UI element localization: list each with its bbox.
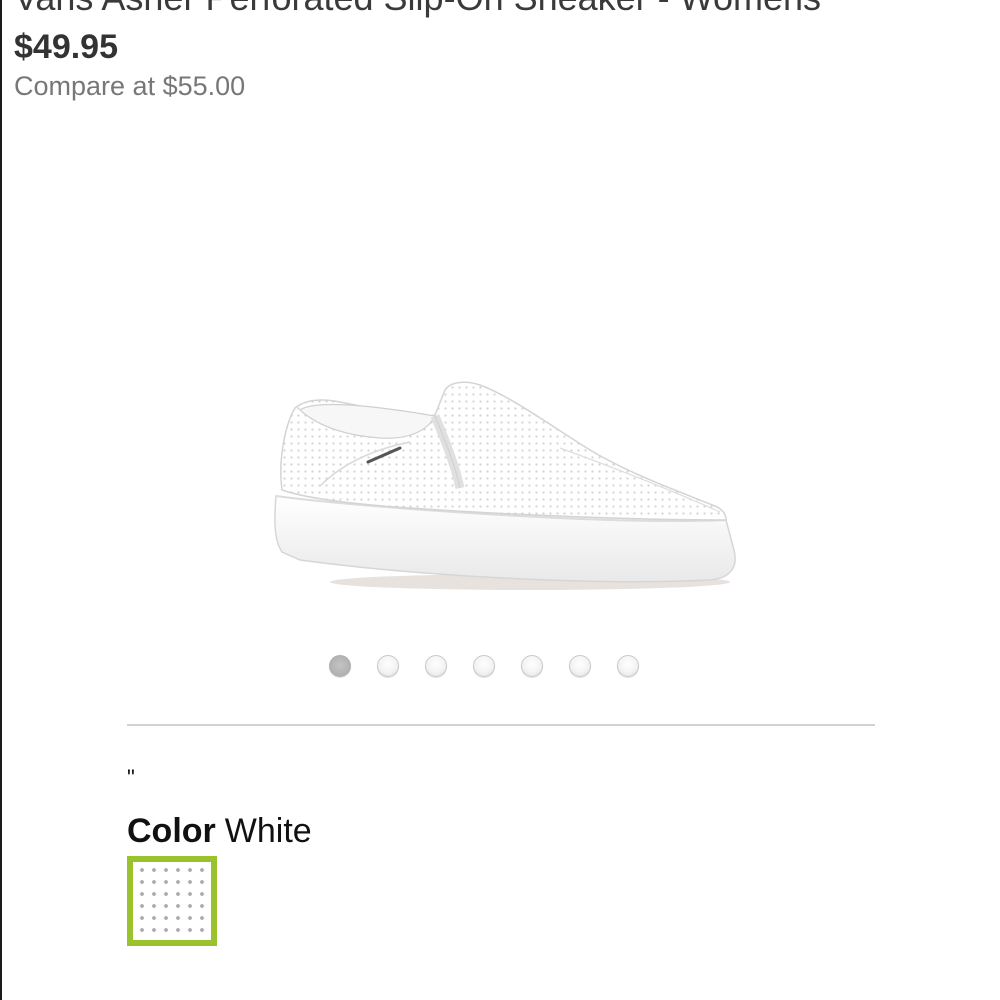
color-selector-heading: Color White <box>127 810 312 852</box>
price: $49.95 <box>14 28 118 66</box>
carousel-dot-4[interactable] <box>473 655 495 677</box>
carousel-dot-2[interactable] <box>377 655 399 677</box>
carousel-dot-6[interactable] <box>569 655 591 677</box>
carousel-dot-3[interactable] <box>425 655 447 677</box>
carousel-dot-5[interactable] <box>521 655 543 677</box>
stray-quote-mark: " <box>127 765 135 790</box>
compare-price: Compare at $55.00 <box>14 70 245 102</box>
compare-value: $55.00 <box>162 71 246 101</box>
compare-label: Compare at <box>14 71 156 101</box>
color-label: Color <box>127 812 216 850</box>
image-carousel-dots <box>329 655 639 681</box>
carousel-dot-7[interactable] <box>617 655 639 677</box>
product-page: Vans Asher Perforated Slip-On Sneaker - … <box>0 0 1000 1000</box>
color-swatch-white[interactable] <box>127 856 217 946</box>
color-value: White <box>224 812 312 850</box>
section-divider <box>127 724 875 726</box>
product-image[interactable] <box>260 370 750 610</box>
sneaker-illustration <box>274 381 736 590</box>
carousel-dot-1[interactable] <box>329 655 351 677</box>
product-title: Vans Asher Perforated Slip-On Sneaker - … <box>14 0 821 18</box>
left-edge-border <box>0 0 2 1000</box>
